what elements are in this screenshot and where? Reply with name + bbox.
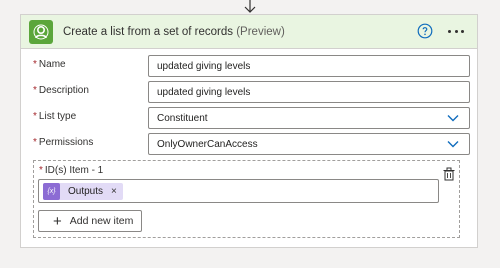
add-new-item-label: Add new item xyxy=(69,215,134,227)
ids-array-section: * ID(s) Item - 1 {x} Outputs × + Add new … xyxy=(33,160,460,238)
list-type-label: * List type xyxy=(33,111,77,122)
list-type-value: Constituent xyxy=(157,113,208,124)
description-row: * Description updated giving levels xyxy=(33,81,470,103)
chevron-down-icon xyxy=(447,141,459,148)
permissions-value: OnlyOwnerCanAccess xyxy=(157,139,258,150)
action-card: Create a list from a set of records (Pre… xyxy=(20,14,478,248)
connector-logo-icon xyxy=(29,19,53,44)
expression-icon: {x} xyxy=(43,183,60,200)
add-new-item-button[interactable]: + Add new item xyxy=(38,210,142,232)
description-label: * Description xyxy=(33,85,89,96)
ids-item-input[interactable]: {x} Outputs × xyxy=(38,179,439,203)
token-remove-button[interactable]: × xyxy=(111,186,117,197)
permissions-row: * Permissions OnlyOwnerCanAccess xyxy=(33,133,470,155)
description-field[interactable]: updated giving levels xyxy=(148,81,470,103)
name-row: * Name updated giving levels xyxy=(33,55,470,77)
ids-item-label: * ID(s) Item - 1 xyxy=(39,165,104,176)
action-card-header[interactable]: Create a list from a set of records (Pre… xyxy=(21,15,477,49)
delete-icon[interactable] xyxy=(442,167,456,181)
action-title: Create a list from a set of records (Pre… xyxy=(63,26,285,38)
arrow-down-icon xyxy=(244,0,256,13)
action-title-text: Create a list from a set of records xyxy=(63,25,234,38)
preview-label: (Preview) xyxy=(236,25,285,38)
name-field[interactable]: updated giving levels xyxy=(148,55,470,77)
plus-icon: + xyxy=(53,212,62,230)
permissions-dropdown[interactable]: OnlyOwnerCanAccess xyxy=(148,133,470,155)
token-label: Outputs xyxy=(68,186,104,197)
list-type-row: * List type Constituent xyxy=(33,107,470,129)
chevron-down-icon xyxy=(447,115,459,122)
help-icon[interactable] xyxy=(417,23,433,39)
dynamic-content-token[interactable]: {x} Outputs × xyxy=(43,183,123,200)
permissions-label: * Permissions xyxy=(33,137,94,148)
list-type-dropdown[interactable]: Constituent xyxy=(148,107,470,129)
name-label: * Name xyxy=(33,59,66,70)
more-options-icon[interactable] xyxy=(445,23,467,39)
